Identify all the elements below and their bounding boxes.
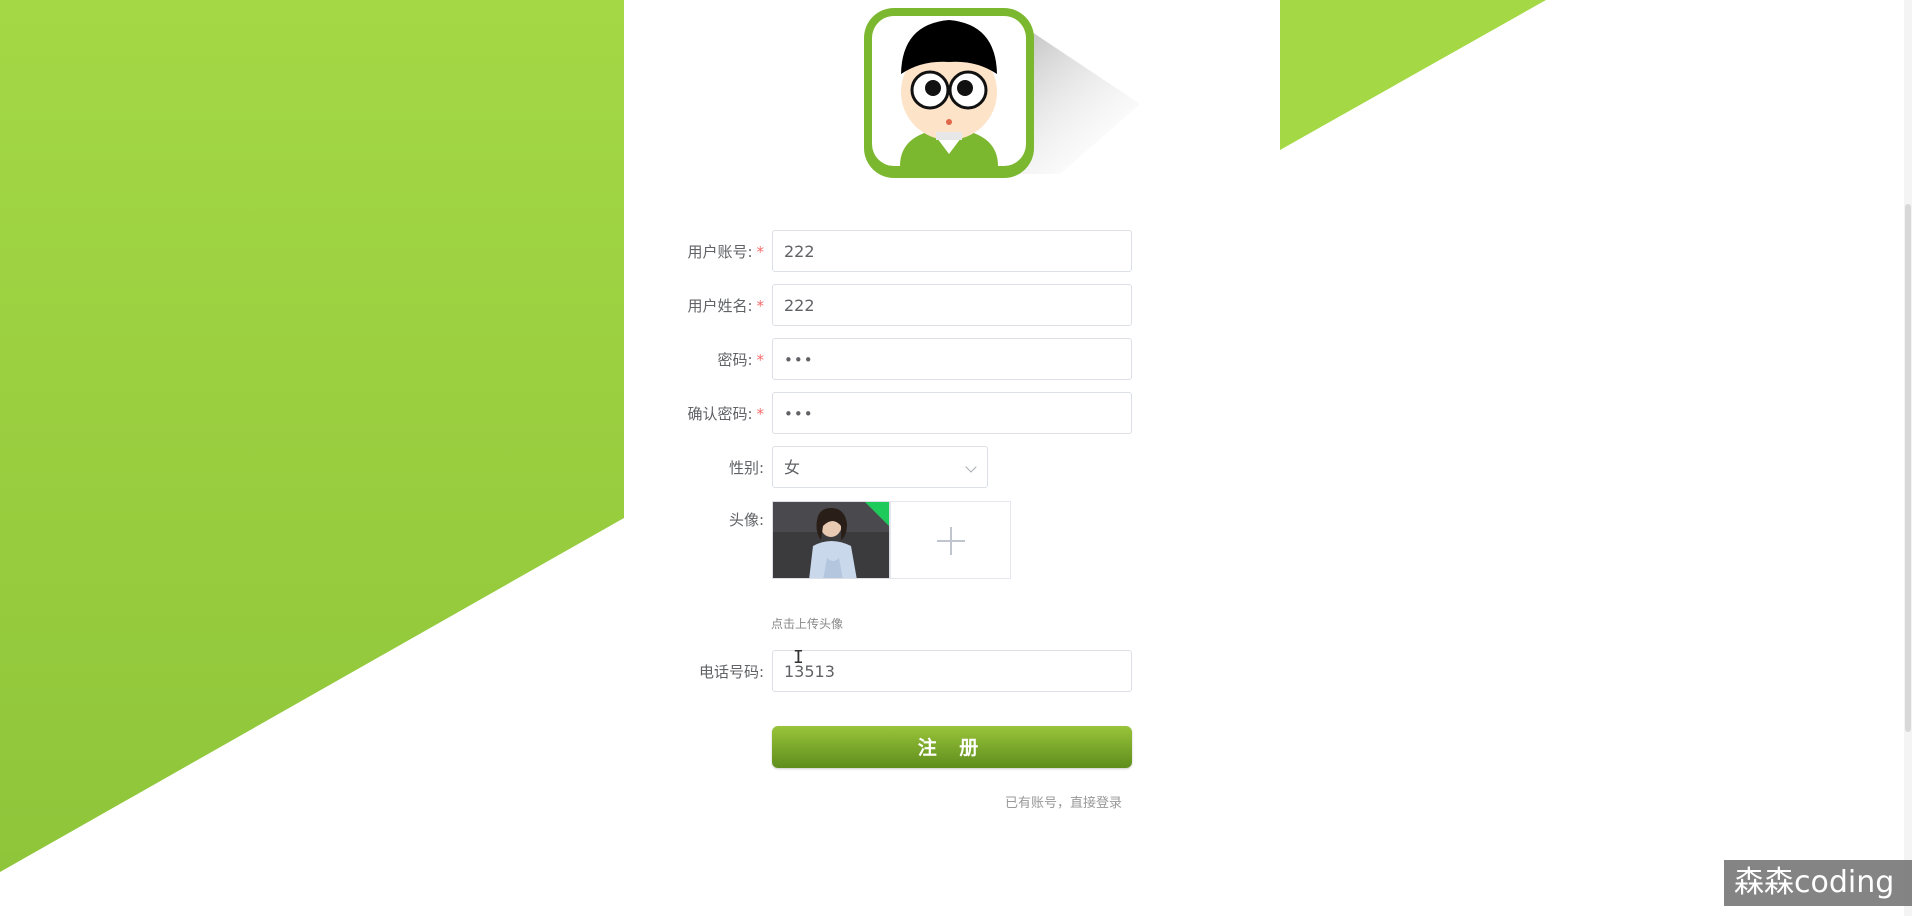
avatar-upload-button[interactable] xyxy=(890,501,1011,579)
password-input[interactable]: ••• xyxy=(772,338,1132,380)
scrollbar-thumb[interactable] xyxy=(1905,204,1911,732)
password-label: 密码: * xyxy=(717,351,764,369)
avatar-upload-hint: 点击上传头像 xyxy=(771,617,844,631)
gender-select[interactable]: 女 xyxy=(772,446,988,488)
phone-label: 电话号码: xyxy=(698,663,764,681)
register-button[interactable]: 注 册 xyxy=(772,726,1132,768)
confirm-password-label: 确认密码: * xyxy=(687,405,764,423)
phone-input[interactable]: 13513 xyxy=(772,650,1132,692)
username-label: 用户账号: * xyxy=(687,243,764,261)
gender-selected-value: 女 xyxy=(784,458,801,477)
avatar-thumbnail[interactable] xyxy=(772,501,890,579)
username-input[interactable]: 222 xyxy=(772,230,1132,272)
avatar-label: 头像: xyxy=(728,511,764,529)
text-cursor-icon: I xyxy=(793,647,804,668)
avatar-photo xyxy=(773,502,889,578)
login-link[interactable]: 已有账号，直接登录 xyxy=(1005,792,1122,811)
fullname-label: 用户姓名: * xyxy=(687,297,764,315)
chevron-down-icon xyxy=(965,461,977,473)
watermark: 森森coding xyxy=(1724,860,1912,906)
cartoon-avatar-logo xyxy=(864,8,1140,178)
confirm-password-input[interactable]: ••• xyxy=(772,392,1132,434)
fullname-input[interactable]: 222 xyxy=(772,284,1132,326)
gender-label: 性别: xyxy=(728,459,764,477)
